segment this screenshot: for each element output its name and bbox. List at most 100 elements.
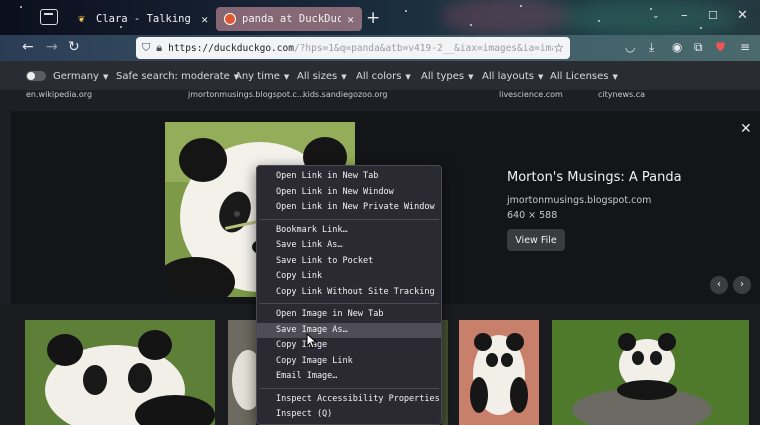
menu-item-save-link-as[interactable]: Save Link As… bbox=[257, 238, 441, 254]
url-text[interactable]: https://duckduckgo.com/?hps=1&q=panda&at… bbox=[168, 43, 553, 54]
filter-label: All Licenses bbox=[550, 71, 609, 82]
detail-title: Morton's Musings: A Panda bbox=[507, 170, 682, 185]
tab-title: panda at DuckDuckGo bbox=[242, 13, 342, 25]
thumbnail-image[interactable] bbox=[25, 320, 215, 425]
source-label[interactable]: kids.sandiegozoo.org bbox=[303, 90, 388, 99]
image-filter-bar: Germany ▼ Safe search: moderate ▼ Any time… bbox=[0, 61, 760, 90]
reload-button[interactable]: ↻ bbox=[68, 39, 80, 55]
panda-photo bbox=[25, 320, 215, 425]
previous-image-button[interactable]: ‹ bbox=[710, 276, 728, 294]
maximize-button[interactable]: ☐ bbox=[708, 9, 718, 22]
result-sources-row: en.wikipedia.org jmortonmusings.blogspot… bbox=[0, 90, 760, 100]
duckduckgo-icon bbox=[224, 13, 236, 25]
tab-list-button[interactable] bbox=[40, 9, 58, 25]
panda-photo bbox=[552, 320, 749, 425]
size-filter[interactable]: All sizes ▼ bbox=[297, 71, 347, 82]
tab-duckduckgo[interactable]: panda at DuckDuckGo ✕ bbox=[216, 7, 362, 31]
source-label[interactable]: livescience.com bbox=[499, 90, 563, 99]
close-tab-icon[interactable]: ✕ bbox=[201, 13, 208, 26]
thumbnail-image[interactable] bbox=[442, 320, 448, 425]
thumbnail-image[interactable] bbox=[459, 320, 539, 425]
tab-clara[interactable]: ❦ Clara - Talking Plant ✕ bbox=[70, 7, 216, 31]
menu-icon[interactable]: ≡ bbox=[740, 40, 750, 54]
view-file-button[interactable]: View File bbox=[507, 229, 565, 251]
extensions-icon[interactable]: ⧉ bbox=[694, 40, 703, 55]
menu-separator bbox=[259, 387, 439, 389]
pocket-icon[interactable]: ◡ bbox=[625, 40, 635, 54]
caret-down-icon: ▼ bbox=[612, 73, 618, 81]
lock-icon[interactable]: 🔒︎ bbox=[156, 41, 162, 55]
minimize-button[interactable]: – bbox=[681, 8, 688, 23]
detail-dimensions: 640 × 588 bbox=[507, 210, 558, 221]
source-label[interactable]: citynews.ca bbox=[598, 90, 645, 99]
close-tab-icon[interactable]: ✕ bbox=[347, 13, 354, 26]
ublock-icon[interactable]: ⛊ bbox=[716, 40, 725, 55]
address-bar[interactable]: ⛉ 🔒︎ https://duckduckgo.com/?hps=1&q=pan… bbox=[136, 37, 570, 59]
caret-down-icon: ▼ bbox=[405, 73, 411, 81]
time-filter[interactable]: Any time ▼ bbox=[235, 71, 289, 82]
shield-icon[interactable]: ⛉ bbox=[142, 41, 150, 55]
menu-item-open-link-private-window[interactable]: Open Link in New Private Window bbox=[257, 200, 441, 216]
close-window-button[interactable]: ✕ bbox=[737, 8, 748, 23]
account-icon[interactable]: ◉ bbox=[672, 40, 682, 54]
menu-separator bbox=[259, 218, 439, 220]
bookmark-star-icon[interactable]: ☆ bbox=[553, 41, 564, 55]
license-filter[interactable]: All Licenses ▼ bbox=[550, 71, 618, 82]
detail-domain[interactable]: jmortonmusings.blogspot.com bbox=[507, 195, 651, 206]
caret-down-icon: ▼ bbox=[341, 73, 347, 81]
plant-icon: ❦ bbox=[78, 12, 85, 25]
context-menu: Open Link in New Tab Open Link in New Wi… bbox=[256, 165, 442, 425]
back-button[interactable]: ← bbox=[22, 39, 34, 55]
color-filter[interactable]: All colors ▼ bbox=[356, 71, 411, 82]
type-filter[interactable]: All types ▼ bbox=[421, 71, 474, 82]
layout-filter[interactable]: All layouts ▼ bbox=[482, 71, 543, 82]
menu-item-inspect[interactable]: Inspect (Q) bbox=[257, 407, 441, 423]
forward-button[interactable]: → bbox=[46, 39, 58, 55]
filter-label: Any time bbox=[235, 71, 280, 82]
caret-down-icon: ▼ bbox=[283, 73, 290, 81]
menu-item-save-image-as[interactable]: Save Image As… bbox=[257, 322, 441, 338]
thumbnail-image[interactable] bbox=[228, 320, 256, 425]
mouse-cursor-icon bbox=[306, 333, 318, 349]
next-image-button[interactable]: › bbox=[733, 276, 751, 294]
menu-item-bookmark-link[interactable]: Bookmark Link… bbox=[257, 223, 441, 239]
menu-item-copy-image[interactable]: Copy Image bbox=[257, 338, 441, 354]
filter-label: All layouts bbox=[482, 71, 534, 82]
new-tab-button[interactable]: + bbox=[366, 8, 380, 28]
source-label[interactable]: jmortonmusings.blogspot.c... bbox=[188, 90, 305, 99]
navigation-toolbar: ← → ↻ ⛉ 🔒︎ https://duckduckgo.com/?hps=1… bbox=[0, 35, 760, 61]
filter-label: All sizes bbox=[297, 71, 338, 82]
menu-item-copy-link-clean[interactable]: Copy Link Without Site Tracking bbox=[257, 285, 441, 301]
menu-item-inspect-accessibility[interactable]: Inspect Accessibility Properties bbox=[257, 392, 441, 408]
menu-item-open-link-new-window[interactable]: Open Link in New Window bbox=[257, 185, 441, 201]
source-label[interactable]: en.wikipedia.org bbox=[26, 90, 92, 99]
panda-photo bbox=[442, 320, 448, 425]
menu-item-copy-link[interactable]: Copy Link bbox=[257, 269, 441, 285]
region-toggle[interactable] bbox=[26, 71, 46, 81]
safe-search-filter[interactable]: Safe search: moderate ▼ bbox=[116, 71, 239, 82]
url-host: https://duckduckgo.com bbox=[168, 42, 294, 54]
filter-label: Germany bbox=[53, 71, 99, 82]
title-bar: ❦ Clara - Talking Plant ✕ panda at DuckD… bbox=[0, 0, 760, 35]
thumbnail-image[interactable] bbox=[552, 320, 749, 425]
download-icon[interactable]: ⤓ bbox=[649, 40, 654, 55]
menu-item-open-image-new-tab[interactable]: Open Image in New Tab bbox=[257, 307, 441, 323]
caret-down-icon: ▼ bbox=[538, 73, 544, 81]
url-path: /?hps=1&q=panda&atb=v419-2__&iax=images&… bbox=[293, 42, 553, 54]
caret-down-icon: ▼ bbox=[468, 73, 474, 81]
tab-title: Clara - Talking Plant bbox=[96, 13, 195, 25]
menu-item-open-link-new-tab[interactable]: Open Link in New Tab bbox=[257, 169, 441, 185]
panda-photo bbox=[228, 320, 256, 425]
filter-label: Safe search: moderate bbox=[116, 71, 230, 82]
panda-photo bbox=[459, 320, 539, 425]
menu-separator bbox=[259, 303, 439, 304]
chevron-down-icon[interactable]: ⌄ bbox=[652, 11, 660, 21]
menu-item-email-image[interactable]: Email Image… bbox=[257, 369, 441, 385]
menu-item-copy-image-link[interactable]: Copy Image Link bbox=[257, 354, 441, 370]
close-detail-icon[interactable]: ✕ bbox=[740, 121, 752, 137]
caret-down-icon: ▼ bbox=[102, 73, 109, 81]
filter-label: All types bbox=[421, 71, 465, 82]
filter-label: All colors bbox=[356, 71, 402, 82]
menu-item-save-link-to-pocket[interactable]: Save Link to Pocket bbox=[257, 254, 441, 270]
region-filter[interactable]: Germany ▼ bbox=[53, 71, 108, 82]
